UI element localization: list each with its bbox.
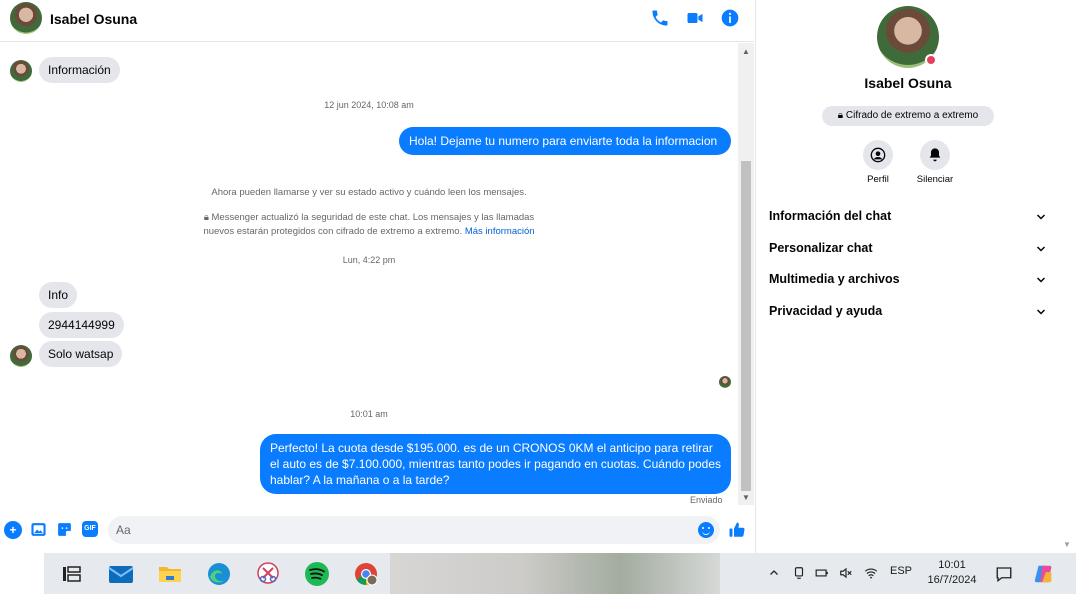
system-clock[interactable]: 10:01 16/7/2024 bbox=[920, 558, 984, 588]
security-line-1: Messenger actualizó la seguridad de este… bbox=[211, 212, 535, 223]
section-label: Privacidad y ayuda bbox=[769, 304, 883, 318]
notification-icon[interactable] bbox=[995, 565, 1013, 583]
bell-icon bbox=[929, 148, 941, 162]
gif-icon[interactable]: GIF bbox=[82, 521, 98, 537]
profile-button[interactable] bbox=[863, 140, 893, 170]
spotify-icon[interactable] bbox=[304, 561, 330, 587]
system-message-security: 🔒︎ Messenger actualizó la seguridad de e… bbox=[0, 211, 738, 239]
mute-label[interactable]: Silenciar bbox=[905, 174, 965, 185]
message-timestamp: 12 jun 2024, 10:08 am bbox=[324, 100, 414, 110]
chat-header: Isabel Osuna bbox=[0, 0, 754, 42]
section-label: Información del chat bbox=[769, 209, 892, 223]
chevron-up-icon[interactable] bbox=[768, 567, 780, 579]
system-message-activity: Ahora pueden llamarse y ver su estado ac… bbox=[211, 187, 527, 198]
received-message[interactable]: Información bbox=[39, 57, 120, 83]
composer: + GIF bbox=[0, 512, 754, 550]
task-view-icon[interactable] bbox=[58, 561, 84, 587]
emoji-icon[interactable] bbox=[698, 522, 714, 538]
language-indicator[interactable]: ESP bbox=[890, 565, 912, 577]
section-customize-chat[interactable]: Personalizar chat bbox=[769, 241, 1047, 261]
chrome-icon[interactable] bbox=[353, 561, 379, 587]
section-privacy-help[interactable]: Privacidad y ayuda bbox=[769, 304, 1047, 324]
mail-icon[interactable] bbox=[108, 561, 134, 587]
taskbar-search-area[interactable] bbox=[0, 553, 44, 594]
encryption-label: Cifrado de extremo a extremo bbox=[845, 110, 979, 121]
meet-now-icon[interactable] bbox=[792, 566, 806, 580]
volume-muted-icon[interactable] bbox=[839, 566, 853, 580]
mute-button[interactable] bbox=[920, 140, 950, 170]
contact-avatar-small[interactable] bbox=[10, 60, 32, 82]
more-info-link[interactable]: Más información bbox=[465, 226, 535, 237]
file-explorer-icon[interactable] bbox=[157, 561, 183, 587]
thumbs-up-icon[interactable] bbox=[728, 521, 746, 539]
contact-avatar[interactable] bbox=[10, 2, 42, 34]
clock-time: 10:01 bbox=[938, 559, 966, 571]
heart-badge-icon bbox=[925, 54, 937, 66]
received-message[interactable]: Info bbox=[39, 282, 78, 308]
message-list[interactable]: Información 12 jun 2024, 10:08 am Hola! … bbox=[0, 43, 738, 505]
security-line-2: nuevos estarán protegidos con cifrado de… bbox=[203, 226, 463, 237]
section-label: Multimedia y archivos bbox=[769, 272, 900, 286]
sent-message[interactable]: Perfecto! La cuota desde $195.000. es de… bbox=[260, 434, 731, 494]
scroll-down-arrow[interactable]: ▼ bbox=[741, 493, 751, 503]
phone-icon[interactable] bbox=[650, 8, 670, 28]
contact-avatar-small[interactable] bbox=[10, 345, 32, 367]
sent-status: Enviado bbox=[690, 495, 723, 505]
sent-message[interactable]: Hola! Dejame tu numero para enviarte tod… bbox=[399, 127, 731, 155]
profile-label[interactable]: Perfil bbox=[848, 174, 908, 185]
copilot-icon[interactable] bbox=[1033, 563, 1055, 585]
section-chat-info[interactable]: Información del chat bbox=[769, 209, 1047, 229]
snipping-tool-icon[interactable] bbox=[255, 561, 281, 587]
plus-icon[interactable]: + bbox=[4, 521, 22, 539]
chevron-down-icon bbox=[1036, 214, 1046, 220]
chevron-down-icon bbox=[1036, 246, 1046, 252]
panel-scrollbar[interactable]: ▼ bbox=[1059, 0, 1076, 553]
wifi-icon[interactable] bbox=[864, 566, 878, 580]
message-timestamp: 10:01 am bbox=[350, 409, 388, 419]
read-receipt-avatar bbox=[719, 376, 731, 388]
sticker-icon[interactable] bbox=[56, 521, 73, 538]
profile-icon bbox=[870, 147, 886, 163]
contact-profile-avatar[interactable] bbox=[877, 6, 939, 68]
encryption-badge: 🔒︎ Cifrado de extremo a extremo bbox=[822, 106, 994, 126]
info-icon[interactable] bbox=[720, 8, 740, 28]
windows-taskbar: ESP 10:01 16/7/2024 bbox=[0, 553, 1076, 594]
battery-icon[interactable] bbox=[815, 566, 829, 580]
taskbar-wallpaper bbox=[390, 553, 720, 594]
clock-date: 16/7/2024 bbox=[927, 574, 977, 586]
chevron-down-icon bbox=[1036, 277, 1046, 283]
scroll-up-arrow[interactable]: ▲ bbox=[741, 47, 751, 57]
received-message[interactable]: Solo watsap bbox=[39, 341, 123, 367]
chat-details-panel: Isabel Osuna 🔒︎ Cifrado de extremo a ext… bbox=[755, 0, 1059, 553]
lock-icon: 🔒︎ bbox=[203, 212, 212, 223]
message-timestamp: Lun, 4:22 pm bbox=[342, 255, 396, 265]
lock-icon: 🔒︎ bbox=[837, 110, 846, 121]
section-label: Personalizar chat bbox=[769, 241, 873, 255]
chat-scrollbar[interactable]: ▲ ▼ bbox=[738, 43, 754, 505]
message-input[interactable] bbox=[116, 521, 686, 539]
gallery-icon[interactable] bbox=[30, 521, 47, 538]
scroll-thumb[interactable] bbox=[741, 161, 751, 491]
panel-contact-name: Isabel Osuna bbox=[864, 75, 952, 91]
video-icon[interactable] bbox=[685, 8, 705, 28]
edge-icon[interactable] bbox=[206, 561, 232, 587]
message-input-wrapper[interactable] bbox=[108, 516, 720, 544]
contact-name[interactable]: Isabel Osuna bbox=[50, 11, 137, 27]
chevron-down-icon bbox=[1036, 309, 1046, 315]
scroll-down-arrow[interactable]: ▼ bbox=[1063, 540, 1071, 549]
received-message[interactable]: 2944144999 bbox=[39, 312, 124, 338]
section-media-files[interactable]: Multimedia y archivos bbox=[769, 272, 1047, 292]
